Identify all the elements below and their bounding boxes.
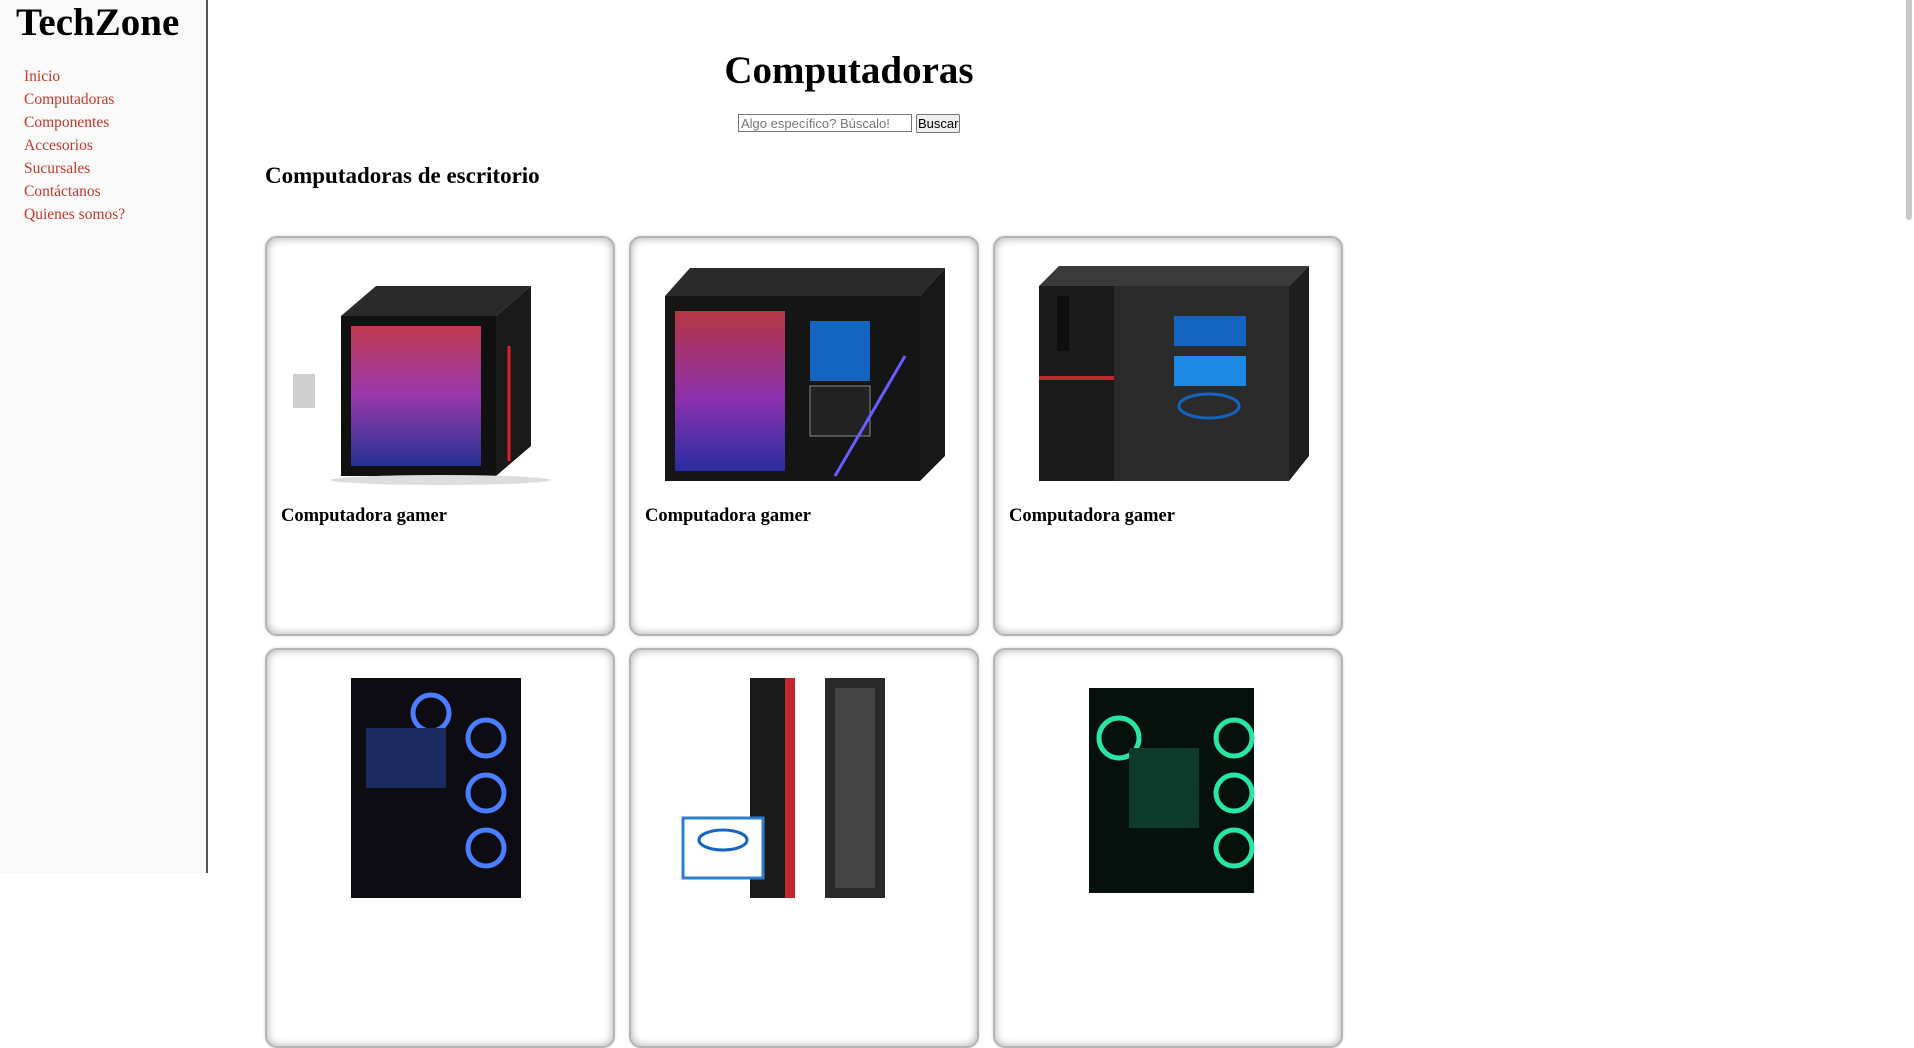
product-image-gaming-tower-green [1009,668,1327,898]
nav-link-computadoras[interactable]: Computadoras [24,91,114,108]
scrollbar-thumb[interactable] [1906,0,1912,220]
page-title: Computadoras [724,49,974,92]
sidebar: TechZone Inicio Computadoras Componentes… [0,0,208,873]
nav-item: Sucursales [24,157,125,180]
product-image-office-tower [1009,256,1327,486]
nav-item: Inicio [24,65,125,88]
product-name: Computadora gamer [645,506,811,526]
scrollbar[interactable] [1900,0,1914,873]
nav-link-inicio[interactable]: Inicio [24,68,60,85]
search-button[interactable]: Buscar [916,114,961,133]
product-card[interactable] [629,648,979,1048]
nav-link-sucursales[interactable]: Sucursales [24,160,90,177]
nav-item: Computadoras [24,88,125,111]
nav-item: Accesorios [24,134,125,157]
nav-item: Quienes somos? [24,203,125,226]
brand-logo: TechZone [16,1,180,44]
product-name: Computadora gamer [281,506,447,526]
section-title: Computadoras de escritorio [265,163,540,188]
product-card[interactable]: Computadora gamer [993,236,1343,636]
product-image-gaming-tower-blue [281,668,599,898]
product-image-gaming-tower [281,256,599,486]
product-card[interactable] [993,648,1343,1048]
nav-item: Componentes [24,111,125,134]
main-content: Computadoras Buscar Computadoras de escr… [208,0,1898,1048]
product-image-gaming-tower-rtx [645,256,963,486]
product-image-sff-tower [645,668,963,898]
nav-item: Contáctanos [24,180,125,203]
nav-link-accesorios[interactable]: Accesorios [24,137,93,154]
search-input[interactable] [738,114,912,132]
product-grid: Computadora gamer Computadora gamer Comp… [265,236,1343,1048]
search-bar: Buscar [738,114,961,133]
nav-link-quienes-somos[interactable]: Quienes somos? [24,206,125,223]
product-card[interactable]: Computadora gamer [629,236,979,636]
nav-menu: Inicio Computadoras Componentes Accesori… [24,65,125,226]
product-card[interactable]: Computadora gamer [265,236,615,636]
nav-link-contactanos[interactable]: Contáctanos [24,183,101,200]
product-card[interactable] [265,648,615,1048]
product-name: Computadora gamer [1009,506,1175,526]
nav-link-componentes[interactable]: Componentes [24,114,109,131]
